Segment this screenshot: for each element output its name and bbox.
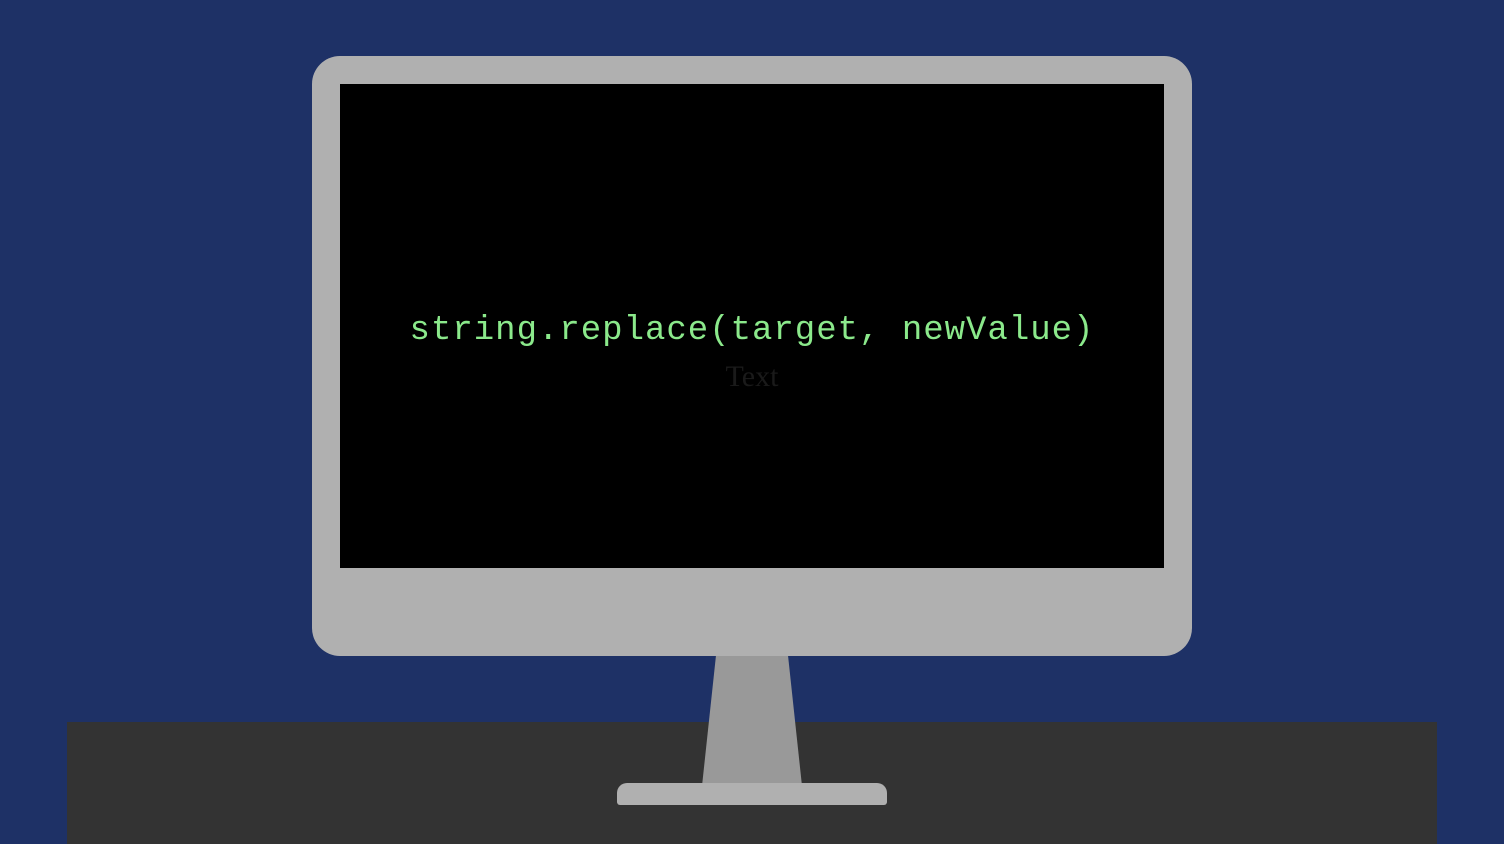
monitor-stand-base <box>617 783 887 805</box>
code-line: string.replace(target, newValue) <box>340 312 1164 350</box>
monitor-icon: string.replace(target, newValue) Text <box>312 56 1192 656</box>
monitor-screen: string.replace(target, newValue) Text <box>340 84 1164 568</box>
placeholder-text: Text <box>340 360 1164 394</box>
